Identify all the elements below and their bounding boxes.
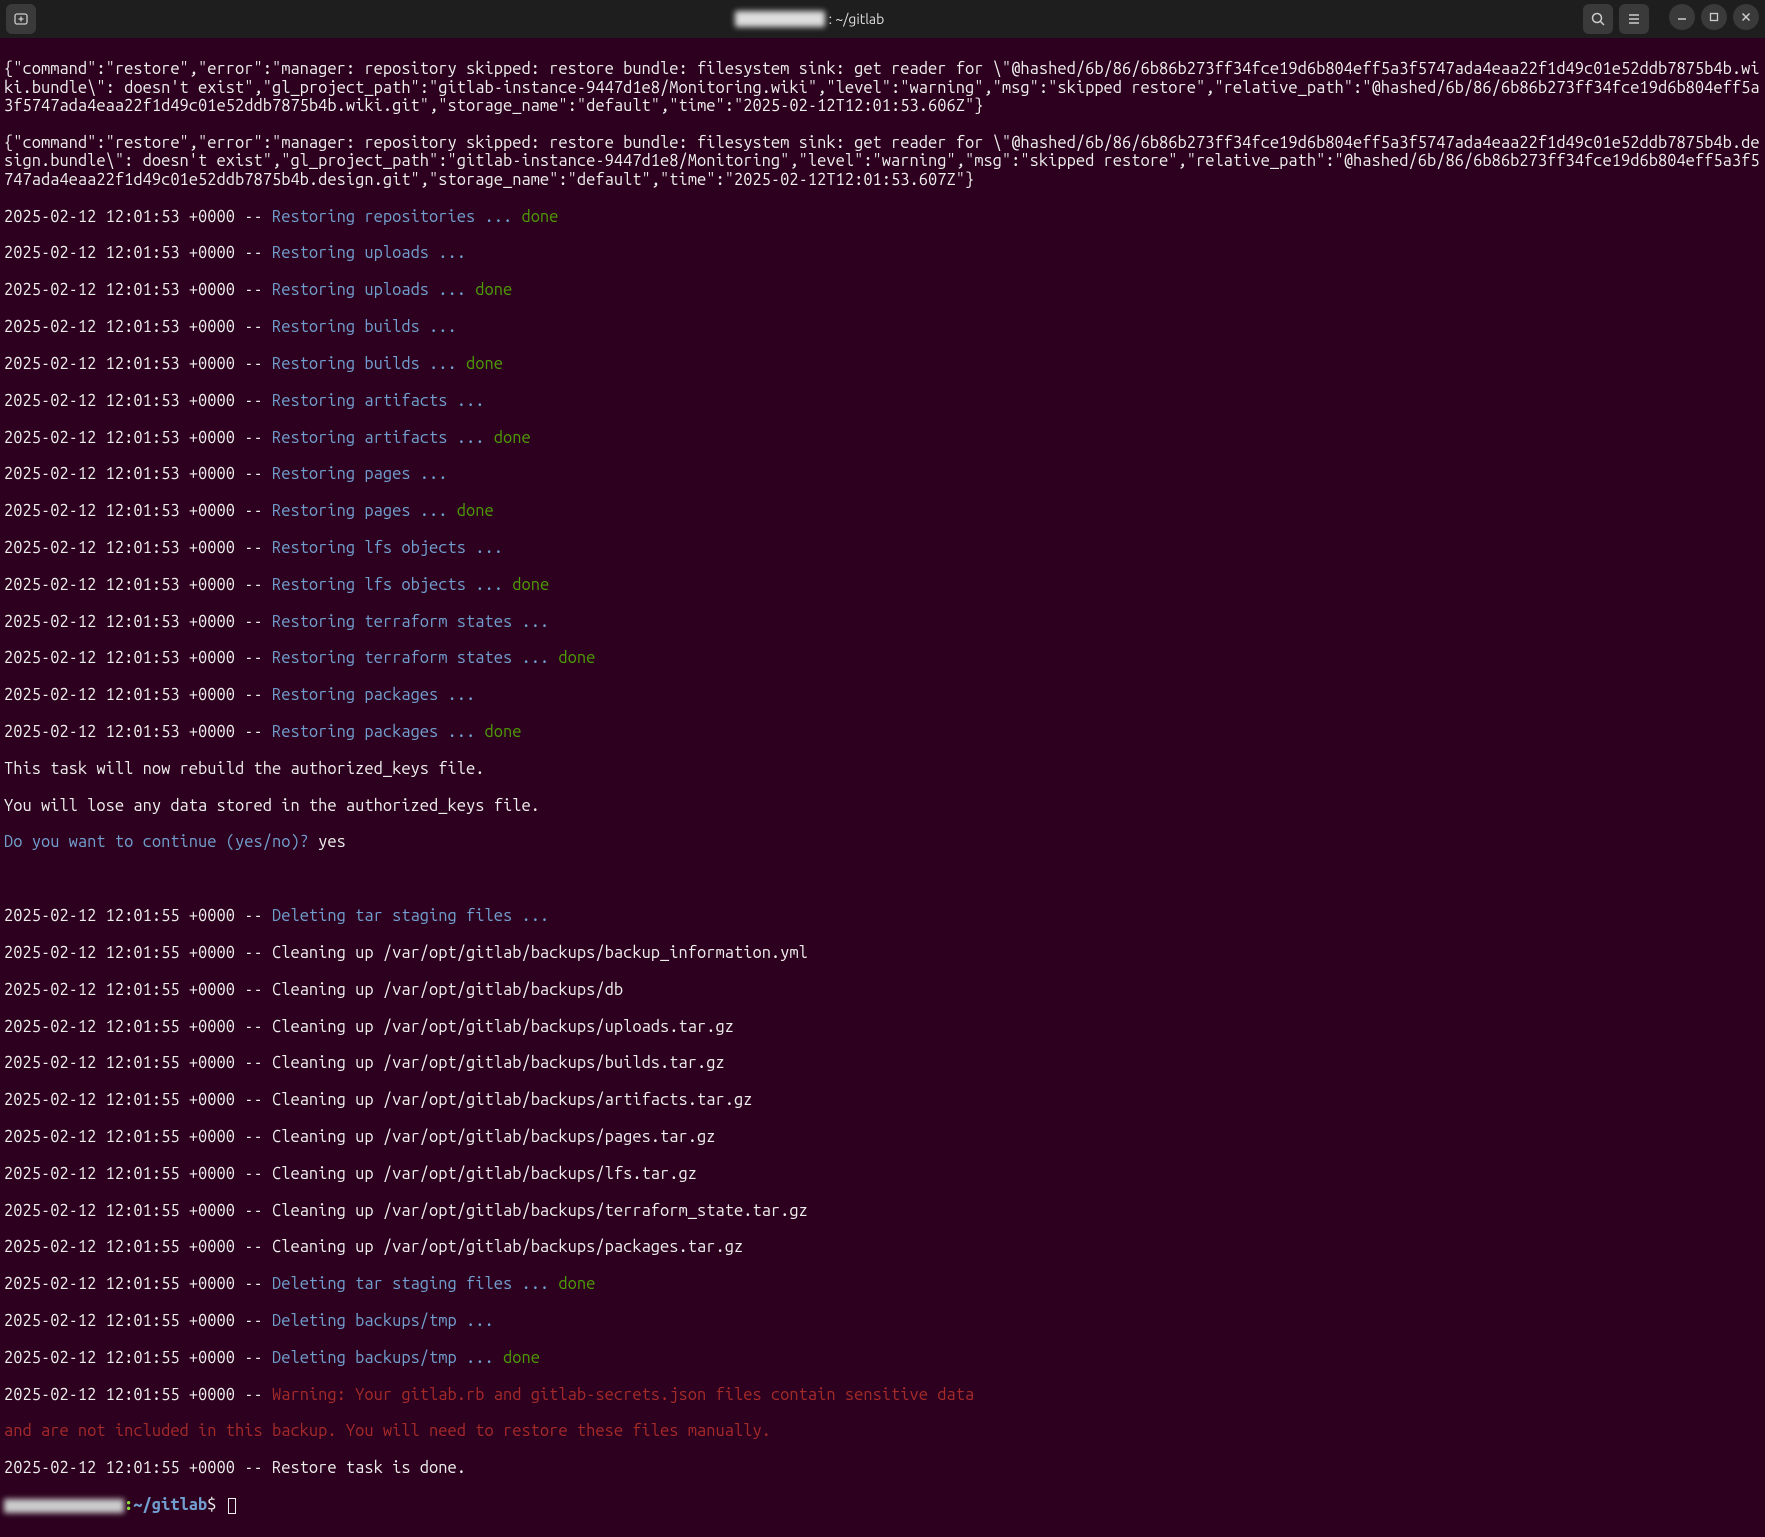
cleanup-line: 2025-02-12 12:01:55 +0000 -- Cleaning up… [4,944,1761,962]
log-line: 2025-02-12 12:01:55 +0000 -- Deleting ta… [4,907,1761,925]
log-line: 2025-02-12 12:01:53 +0000 -- Restoring p… [4,723,1761,741]
json-log-2: {"command":"restore","error":"manager: r… [4,134,1761,189]
json-log-1: {"command":"restore","error":"manager: r… [4,60,1761,115]
user-host-blurred [4,1499,124,1513]
terminal-content[interactable]: {"command":"restore","error":"manager: r… [0,38,1765,1537]
window-title: : ~/gitlab [42,11,1577,27]
shell-prompt[interactable]: :~/gitlab$ [4,1496,1761,1514]
minimize-button[interactable] [1669,4,1695,30]
new-tab-button[interactable] [6,4,36,34]
rebuild-msg-1: This task will now rebuild the authorize… [4,760,1761,778]
close-button[interactable] [1733,4,1759,30]
log-line: 2025-02-12 12:01:53 +0000 -- Restoring u… [4,244,1761,262]
log-line: 2025-02-12 12:01:53 +0000 -- Restoring b… [4,318,1761,336]
log-line: 2025-02-12 12:01:55 +0000 -- Deleting ba… [4,1349,1761,1367]
log-line: 2025-02-12 12:01:53 +0000 -- Restoring p… [4,686,1761,704]
log-line: 2025-02-12 12:01:53 +0000 -- Restoring b… [4,355,1761,373]
rebuild-msg-2: You will lose any data stored in the aut… [4,797,1761,815]
cleanup-line: 2025-02-12 12:01:55 +0000 -- Cleaning up… [4,1091,1761,1109]
log-line: 2025-02-12 12:01:53 +0000 -- Restoring l… [4,576,1761,594]
cleanup-line: 2025-02-12 12:01:55 +0000 -- Cleaning up… [4,1202,1761,1220]
log-line: 2025-02-12 12:01:53 +0000 -- Restoring a… [4,392,1761,410]
log-line: 2025-02-12 12:01:55 +0000 -- Deleting ba… [4,1312,1761,1330]
cleanup-line: 2025-02-12 12:01:55 +0000 -- Cleaning up… [4,981,1761,999]
cleanup-line: 2025-02-12 12:01:55 +0000 -- Cleaning up… [4,1128,1761,1146]
restore-done-line: 2025-02-12 12:01:55 +0000 -- Restore tas… [4,1459,1761,1477]
cleanup-line: 2025-02-12 12:01:55 +0000 -- Cleaning up… [4,1018,1761,1036]
log-line: 2025-02-12 12:01:53 +0000 -- Restoring t… [4,649,1761,667]
cleanup-line: 2025-02-12 12:01:55 +0000 -- Cleaning up… [4,1165,1761,1183]
warning-line-1: 2025-02-12 12:01:55 +0000 -- Warning: Yo… [4,1386,1761,1404]
cleanup-line: 2025-02-12 12:01:55 +0000 -- Cleaning up… [4,1054,1761,1072]
log-line: 2025-02-12 12:01:53 +0000 -- Restoring u… [4,281,1761,299]
continue-prompt: Do you want to continue (yes/no)? yes [4,833,1761,851]
maximize-button[interactable] [1701,4,1727,30]
user-host-blurred [735,11,825,27]
log-line: 2025-02-12 12:01:55 +0000 -- Deleting ta… [4,1275,1761,1293]
log-line: 2025-02-12 12:01:53 +0000 -- Restoring a… [4,429,1761,447]
log-line: 2025-02-12 12:01:53 +0000 -- Restoring p… [4,502,1761,520]
search-button[interactable] [1583,4,1613,34]
cursor-icon [228,1498,236,1514]
log-line: 2025-02-12 12:01:53 +0000 -- Restoring p… [4,465,1761,483]
log-line: 2025-02-12 12:01:53 +0000 -- Restoring r… [4,208,1761,226]
blank-line [4,870,1761,888]
hamburger-menu-button[interactable] [1619,4,1649,34]
log-line: 2025-02-12 12:01:53 +0000 -- Restoring l… [4,539,1761,557]
title-path: : ~/gitlab [829,11,885,27]
cleanup-line: 2025-02-12 12:01:55 +0000 -- Cleaning up… [4,1238,1761,1256]
warning-line-2: and are not included in this backup. You… [4,1422,1761,1440]
window-titlebar: : ~/gitlab [0,0,1765,38]
log-line: 2025-02-12 12:01:53 +0000 -- Restoring t… [4,613,1761,631]
